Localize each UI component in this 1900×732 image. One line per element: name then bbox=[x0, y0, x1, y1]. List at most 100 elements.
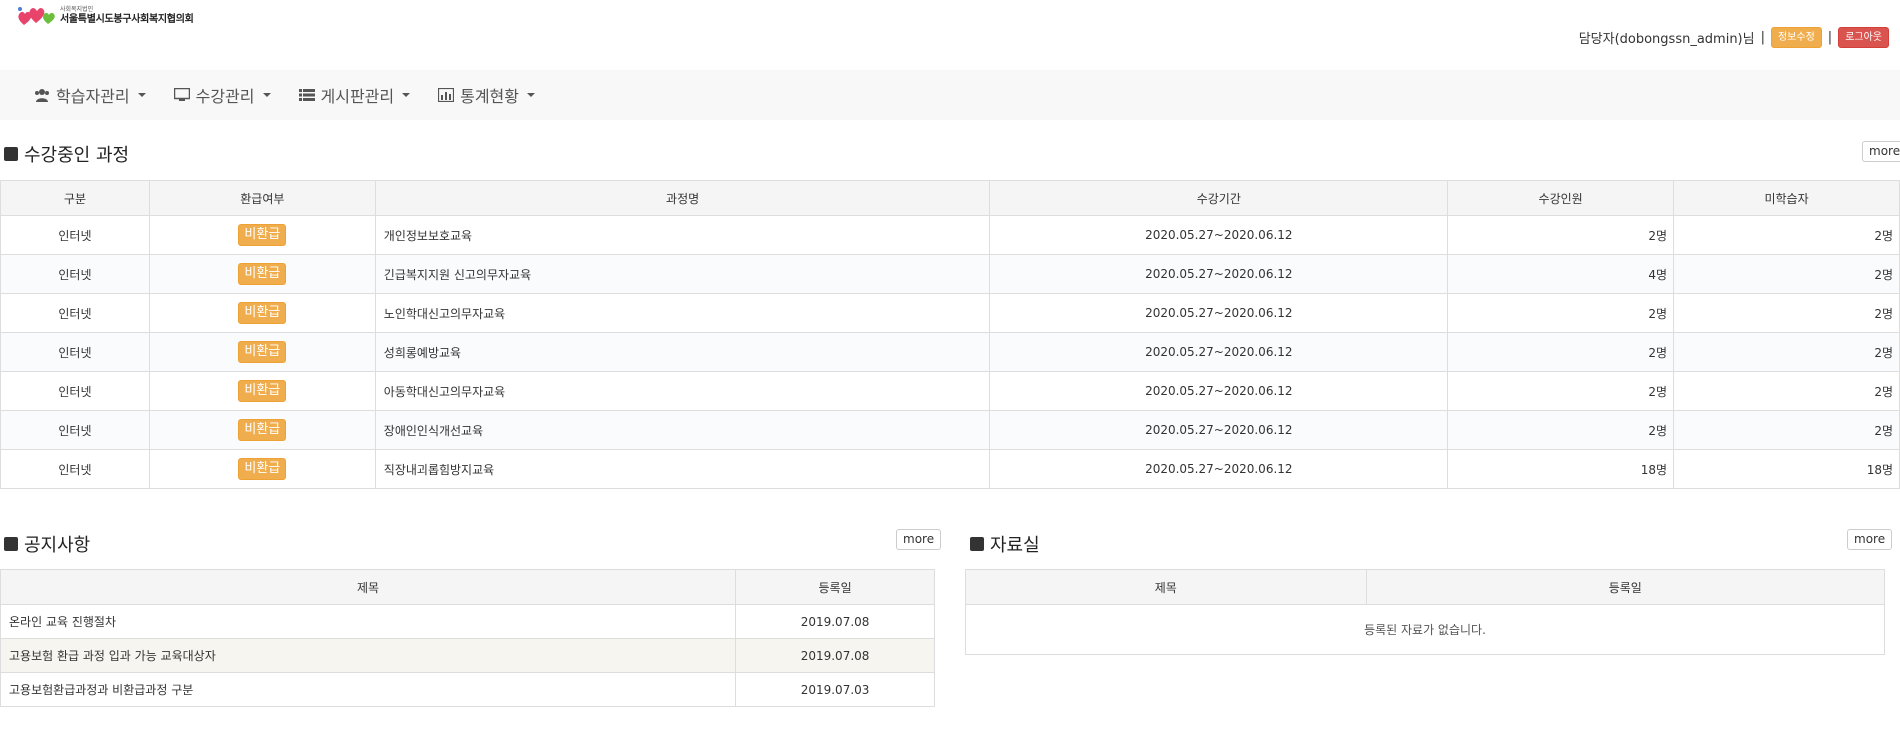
cell-unlearned: 18명 bbox=[1673, 449, 1900, 489]
col-header: 구분 bbox=[0, 180, 150, 216]
refund-badge: 비환급 bbox=[238, 341, 287, 363]
table-row[interactable]: 인터넷 비환급 개인정보보호교육 2020.05.27~2020.06.12 2… bbox=[0, 215, 1900, 255]
edit-info-button[interactable]: 정보수정 bbox=[1770, 27, 1822, 48]
cell-type: 인터넷 bbox=[0, 332, 150, 372]
cell-course-name[interactable]: 긴급복지지원 신고의무자교육 bbox=[374, 254, 991, 294]
table-row[interactable]: 고용보험 환급 과정 입과 가능 교육대상자 2019.07.08 bbox=[0, 638, 935, 673]
logout-button[interactable]: 로그아웃 bbox=[1838, 27, 1889, 48]
table-row[interactable]: 인터넷 비환급 긴급복지지원 신고의무자교육 2020.05.27~2020.0… bbox=[0, 254, 1900, 294]
caret-down-icon bbox=[262, 93, 271, 97]
cell-period: 2020.05.27~2020.06.12 bbox=[989, 410, 1449, 450]
nav-label: 학습자관리 bbox=[56, 87, 130, 106]
cell-period: 2020.05.27~2020.06.12 bbox=[989, 332, 1449, 372]
cell-course-name[interactable]: 아동학대신고의무자교육 bbox=[374, 371, 991, 411]
cell-unlearned: 2명 bbox=[1673, 215, 1900, 255]
cell-enrolled: 2명 bbox=[1447, 332, 1675, 372]
square-bullet-icon bbox=[4, 147, 18, 161]
desktop-icon bbox=[173, 88, 190, 102]
logo-title: 서울특별시도봉구사회복지협의회 bbox=[60, 14, 194, 25]
cell-period: 2020.05.27~2020.06.12 bbox=[989, 215, 1449, 255]
cell-type: 인터넷 bbox=[0, 254, 150, 294]
bar-chart-icon bbox=[438, 88, 455, 102]
user-area: 담당자(dobongssn_admin)님 | 정보수정 | 로그아웃 bbox=[1579, 27, 1889, 48]
cell-enrolled: 2명 bbox=[1447, 293, 1675, 333]
nav-item-courses[interactable]: 수강관리 bbox=[173, 83, 271, 107]
table-row[interactable]: 인터넷 비환급 직장내괴롭힘방지교육 2020.05.27~2020.06.12… bbox=[0, 449, 1900, 489]
nav-label: 통계현황 bbox=[460, 87, 519, 106]
header: 사회복지법인 서울특별시도봉구사회복지협의회 담당자(dobongssn_adm… bbox=[0, 0, 1900, 70]
caret-down-icon bbox=[527, 93, 535, 97]
cell-unlearned: 2명 bbox=[1673, 332, 1900, 372]
cell-course-name[interactable]: 성희롱예방교육 bbox=[374, 332, 991, 372]
separator: | bbox=[1760, 30, 1765, 45]
square-bullet-icon bbox=[4, 537, 18, 551]
table-header-row: 제목 등록일 bbox=[965, 569, 1886, 605]
col-header: 과정명 bbox=[374, 180, 991, 216]
caret-down-icon bbox=[402, 93, 411, 97]
nav-label: 수강관리 bbox=[195, 87, 255, 106]
cell-unlearned: 2명 bbox=[1673, 293, 1900, 333]
nav-label: 게시판관리 bbox=[320, 87, 395, 106]
cell-unlearned: 2명 bbox=[1673, 254, 1900, 294]
cell-period: 2020.05.27~2020.06.12 bbox=[989, 371, 1449, 411]
cell-course-name[interactable]: 노인학대신고의무자교육 bbox=[374, 293, 991, 333]
logo-hearts-icon bbox=[18, 7, 55, 25]
table-row[interactable]: 온라인 교육 진행절차 2019.07.08 bbox=[0, 604, 935, 639]
refund-badge: 비환급 bbox=[238, 458, 287, 480]
logo[interactable]: 사회복지법인 서울특별시도봉구사회복지협의회 bbox=[16, 4, 194, 28]
cell-unlearned: 2명 bbox=[1673, 410, 1900, 450]
table-header-row: 구분 환급여부 과정명 수강기간 수강인원 미학습자 bbox=[0, 180, 1900, 216]
table-row[interactable]: 인터넷 비환급 노인학대신고의무자교육 2020.05.27~2020.06.1… bbox=[0, 293, 1900, 333]
cell-course-name[interactable]: 직장내괴롭힘방지교육 bbox=[374, 449, 991, 489]
courses-table: 구분 환급여부 과정명 수강기간 수강인원 미학습자 인터넷 비환급 개인정보보… bbox=[0, 180, 1900, 489]
notice-table: 제목 등록일 온라인 교육 진행절차 2019.07.08 고용보험 환급 과정… bbox=[0, 569, 935, 707]
table-row[interactable]: 인터넷 비환급 장애인인식개선교육 2020.05.27~2020.06.12 … bbox=[0, 410, 1900, 450]
cell-type: 인터넷 bbox=[0, 410, 150, 450]
cell-notice-title[interactable]: 온라인 교육 진행절차 bbox=[0, 604, 737, 639]
cell-notice-title[interactable]: 고용보험환급과정과 비환급과정 구분 bbox=[0, 672, 737, 707]
archive-more-button[interactable]: more bbox=[1847, 529, 1893, 550]
archive-title: 자료실 bbox=[970, 531, 1040, 557]
col-header: 제목 bbox=[0, 569, 737, 605]
nav-item-boards[interactable]: 게시판관리 bbox=[298, 83, 411, 107]
users-icon bbox=[34, 88, 50, 102]
cell-period: 2020.05.27~2020.06.12 bbox=[989, 293, 1449, 333]
table-row[interactable]: 고용보험환급과정과 비환급과정 구분 2019.07.03 bbox=[0, 672, 935, 707]
col-header: 환급여부 bbox=[148, 180, 376, 216]
cell-enrolled: 2명 bbox=[1447, 215, 1675, 255]
refund-badge: 비환급 bbox=[238, 419, 287, 441]
nav-item-learners[interactable]: 학습자관리 bbox=[34, 83, 146, 107]
courses-title-text: 수강중인 과정 bbox=[24, 145, 130, 166]
cell-notice-title[interactable]: 고용보험 환급 과정 입과 가능 교육대상자 bbox=[0, 638, 737, 673]
col-header: 제목 bbox=[965, 569, 1367, 605]
cell-type: 인터넷 bbox=[0, 371, 150, 411]
cell-period: 2020.05.27~2020.06.12 bbox=[989, 254, 1449, 294]
cell-course-name[interactable]: 장애인인식개선교육 bbox=[374, 410, 991, 450]
notice-title-text: 공지사항 bbox=[24, 535, 91, 556]
notice-more-button[interactable]: more bbox=[896, 529, 942, 550]
courses-title: 수강중인 과정 bbox=[4, 141, 129, 167]
nav-item-stats[interactable]: 통계현황 bbox=[438, 83, 535, 107]
courses-more-button[interactable]: more bbox=[1862, 141, 1900, 162]
archive-title-text: 자료실 bbox=[990, 535, 1040, 556]
cell-type: 인터넷 bbox=[0, 293, 150, 333]
col-header: 등록일 bbox=[735, 569, 935, 605]
cell-type: 인터넷 bbox=[0, 215, 150, 255]
cell-enrolled: 18명 bbox=[1447, 449, 1675, 489]
cell-date: 2019.07.03 bbox=[735, 672, 935, 707]
caret-down-icon bbox=[137, 93, 146, 97]
archive-table: 제목 등록일 등록된 자료가 없습니다. bbox=[965, 569, 1886, 655]
table-row[interactable]: 인터넷 비환급 성희롱예방교육 2020.05.27~2020.06.12 2명… bbox=[0, 332, 1900, 372]
cell-enrolled: 2명 bbox=[1447, 371, 1675, 411]
user-name: 담당자(dobongssn_admin)님 bbox=[1578, 32, 1755, 47]
table-row[interactable]: 인터넷 비환급 아동학대신고의무자교육 2020.05.27~2020.06.1… bbox=[0, 371, 1900, 411]
col-header: 등록일 bbox=[1365, 569, 1886, 605]
cell-course-name[interactable]: 개인정보보호교육 bbox=[374, 215, 991, 255]
cell-date: 2019.07.08 bbox=[735, 638, 935, 673]
cell-enrolled: 2명 bbox=[1447, 410, 1675, 450]
cell-period: 2020.05.27~2020.06.12 bbox=[989, 449, 1449, 489]
cell-type: 인터넷 bbox=[0, 449, 150, 489]
refund-badge: 비환급 bbox=[238, 302, 287, 324]
logo-subtitle: 사회복지법인 bbox=[60, 6, 94, 13]
notice-title: 공지사항 bbox=[4, 531, 90, 557]
